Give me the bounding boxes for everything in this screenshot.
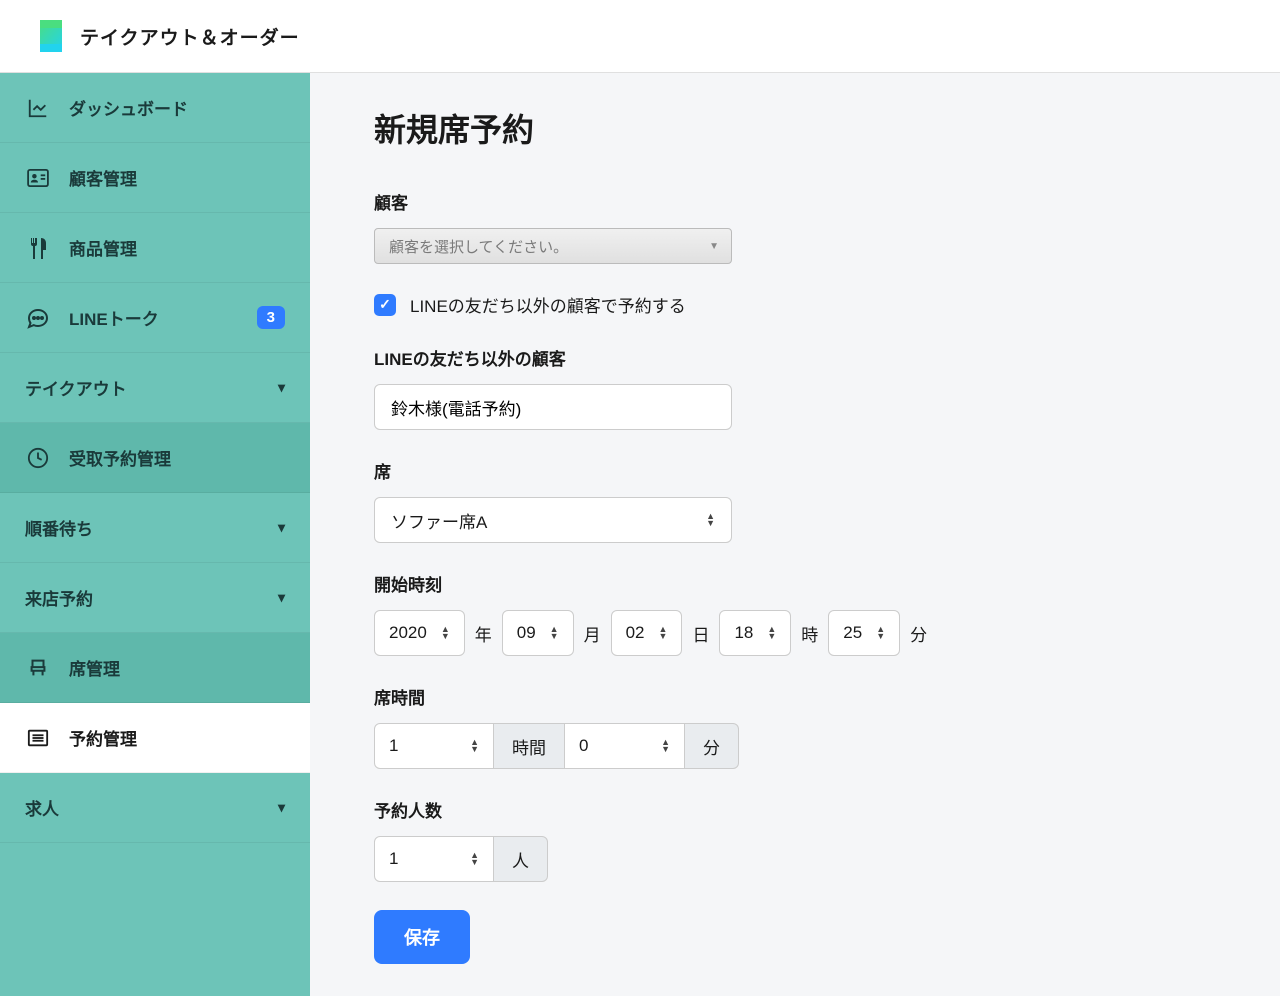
field-duration: 席時間 1 ▲▼ 時間 0 ▲▼ 分 (374, 684, 1216, 769)
hour-select[interactable]: 18 ▲▼ (719, 610, 791, 656)
sidebar-item-label: 順番待ち (25, 515, 278, 540)
hour-value: 18 (734, 623, 753, 643)
day-value: 02 (626, 623, 645, 643)
people-select[interactable]: 1 ▲▼ (374, 836, 494, 882)
chevron-down-icon: ▾ (278, 519, 285, 536)
sidebar-item-reservation-management[interactable]: 予約管理 (0, 703, 310, 773)
field-seat: 席 ソファー席A ▲▼ (374, 458, 1216, 543)
sidebar-item-label: 予約管理 (69, 725, 285, 750)
field-start-time: 開始時刻 2020 ▲▼ 年 09 ▲▼ 月 02 ▲▼ 日 18 (374, 571, 1216, 656)
alt-customer-label: LINEの友だち以外の顧客 (374, 345, 1216, 370)
people-unit: 人 (494, 836, 548, 882)
duration-label: 席時間 (374, 684, 1216, 709)
chevron-down-icon: ▾ (278, 379, 285, 396)
header-title: テイクアウト＆オーダー (80, 23, 300, 50)
chevron-down-icon: ▾ (278, 799, 285, 816)
notification-badge: 3 (257, 306, 285, 329)
duration-minutes-select[interactable]: 0 ▲▼ (565, 723, 685, 769)
alt-customer-input[interactable] (374, 384, 732, 430)
sidebar-item-label: LINEトーク (69, 305, 257, 330)
select-caret-icon: ▲▼ (470, 852, 479, 866)
chat-icon (25, 305, 51, 331)
customer-select-placeholder: 顧客を選択してください。 (389, 236, 568, 257)
chevron-down-icon: ▾ (278, 589, 285, 606)
header: テイクアウト＆オーダー (0, 0, 1280, 73)
duration-hours-value: 1 (389, 736, 398, 756)
sidebar-item-label: 受取予約管理 (69, 445, 285, 470)
checkbox-row-non-line[interactable]: ✓ LINEの友だち以外の顧客で予約する (374, 292, 1216, 317)
checkbox-label: LINEの友だち以外の顧客で予約する (410, 292, 686, 317)
select-caret-icon: ▲▼ (470, 739, 479, 753)
seat-select[interactable]: ソファー席A ▲▼ (374, 497, 732, 543)
sidebar-item-visit-reservation[interactable]: 来店予約 ▾ (0, 563, 310, 633)
sidebar-item-label: 来店予約 (25, 585, 278, 610)
duration-minutes-unit: 分 (685, 723, 739, 769)
id-card-icon (25, 165, 51, 191)
select-caret-icon: ▲▼ (661, 739, 670, 753)
field-customer: 顧客 顧客を選択してください。 (374, 189, 1216, 264)
sidebar: ダッシュボード 顧客管理 商品管理 LINEトーク 3 テイクアウト ▾ (0, 73, 310, 996)
people-value: 1 (389, 849, 398, 869)
sidebar-item-label: 席管理 (69, 655, 285, 680)
day-select[interactable]: 02 ▲▼ (611, 610, 683, 656)
sidebar-item-line-talk[interactable]: LINEトーク 3 (0, 283, 310, 353)
sidebar-item-label: 顧客管理 (69, 165, 285, 190)
people-label: 予約人数 (374, 797, 1216, 822)
select-caret-icon: ▲▼ (876, 626, 885, 640)
year-unit: 年 (475, 621, 492, 646)
sidebar-item-products[interactable]: 商品管理 (0, 213, 310, 283)
month-value: 09 (517, 623, 536, 643)
customer-select[interactable]: 顧客を選択してください。 (374, 228, 732, 264)
minute-unit: 分 (910, 621, 927, 646)
sidebar-item-seat-management[interactable]: 席管理 (0, 633, 310, 703)
seat-select-value: ソファー席A (391, 508, 487, 533)
sidebar-item-label: ダッシュボード (69, 95, 285, 120)
logo-icon (40, 20, 62, 52)
select-caret-icon: ▲▼ (659, 626, 668, 640)
customer-label: 顧客 (374, 189, 1216, 214)
duration-minutes-value: 0 (579, 736, 588, 756)
sidebar-item-label: テイクアウト (25, 375, 278, 400)
list-icon (25, 725, 51, 751)
sidebar-item-customers[interactable]: 顧客管理 (0, 143, 310, 213)
seat-label: 席 (374, 458, 1216, 483)
main-content: 新規席予約 顧客 顧客を選択してください。 ✓ LINEの友だち以外の顧客で予約… (310, 73, 1280, 996)
day-unit: 日 (692, 621, 709, 646)
month-unit: 月 (584, 621, 601, 646)
save-button[interactable]: 保存 (374, 910, 470, 964)
select-caret-icon: ▲▼ (441, 626, 450, 640)
page-title: 新規席予約 (374, 105, 1216, 151)
utensils-icon (25, 235, 51, 261)
select-caret-icon: ▲▼ (767, 626, 776, 640)
chart-icon (25, 95, 51, 121)
hour-unit: 時 (801, 621, 818, 646)
checkbox-non-line[interactable]: ✓ (374, 294, 396, 316)
field-people: 予約人数 1 ▲▼ 人 (374, 797, 1216, 882)
month-select[interactable]: 09 ▲▼ (502, 610, 574, 656)
sidebar-item-label: 商品管理 (69, 235, 285, 260)
minute-value: 25 (843, 623, 862, 643)
minute-select[interactable]: 25 ▲▼ (828, 610, 900, 656)
sidebar-item-waitlist[interactable]: 順番待ち ▾ (0, 493, 310, 563)
start-time-label: 開始時刻 (374, 571, 1216, 596)
duration-hours-unit: 時間 (494, 723, 565, 769)
sidebar-item-pickup-reservation[interactable]: 受取予約管理 (0, 423, 310, 493)
chair-icon (25, 655, 51, 681)
sidebar-item-takeout[interactable]: テイクアウト ▾ (0, 353, 310, 423)
field-alt-customer: LINEの友だち以外の顧客 (374, 345, 1216, 430)
sidebar-item-jobs[interactable]: 求人 ▾ (0, 773, 310, 843)
year-value: 2020 (389, 623, 427, 643)
sidebar-item-label: 求人 (25, 795, 278, 820)
select-caret-icon: ▲▼ (550, 626, 559, 640)
duration-hours-select[interactable]: 1 ▲▼ (374, 723, 494, 769)
sidebar-item-dashboard[interactable]: ダッシュボード (0, 73, 310, 143)
clock-icon (25, 445, 51, 471)
year-select[interactable]: 2020 ▲▼ (374, 610, 465, 656)
select-caret-icon: ▲▼ (706, 513, 715, 527)
